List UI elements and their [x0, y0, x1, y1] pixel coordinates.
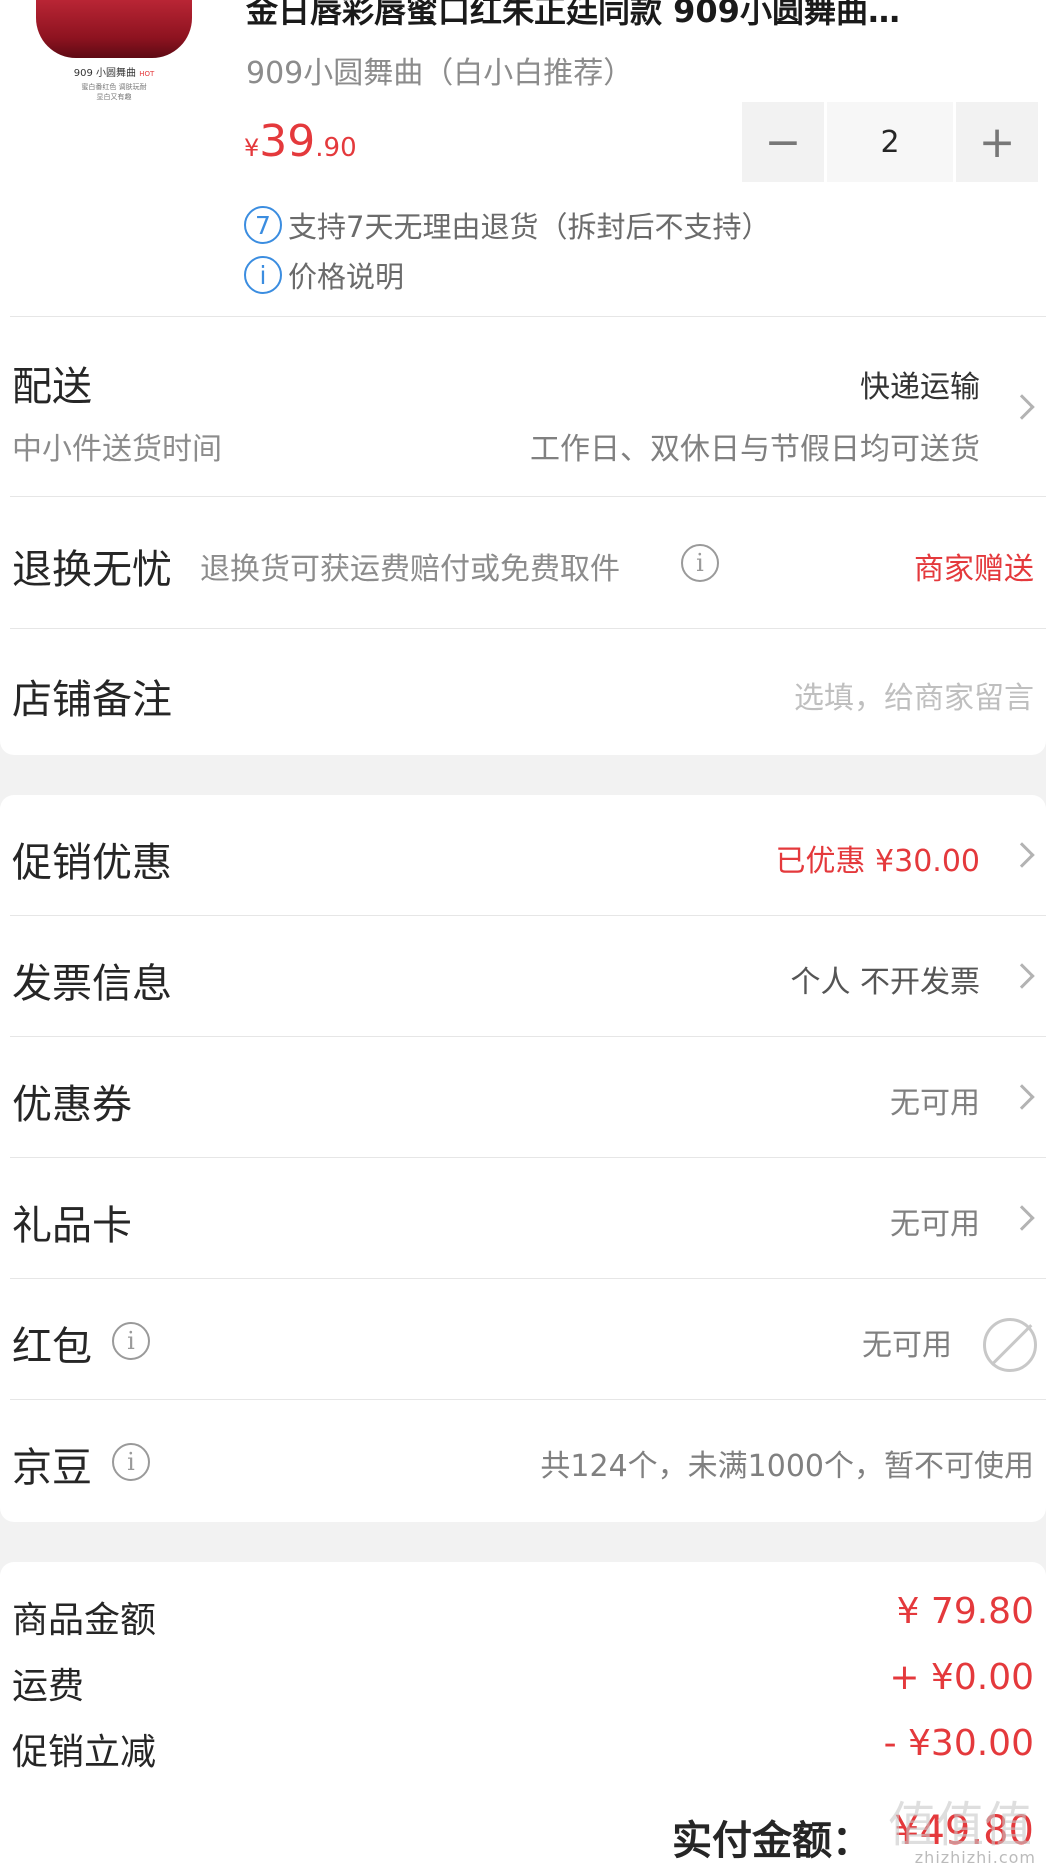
- chevron-right-icon: [1009, 394, 1035, 420]
- jingdou-label: 京豆: [12, 1445, 92, 1491]
- options-card: 促销优惠 已优惠 ¥30.00 发票信息 个人 不开发票 优惠券 无可用 礼品卡…: [0, 795, 1046, 1522]
- invoice-label: 发票信息: [12, 961, 172, 1007]
- chevron-right-icon: [1009, 842, 1035, 868]
- store-note-input[interactable]: 选填，给商家留言: [794, 673, 1034, 717]
- product-card: 909 小圆舞曲 HOT 蜜白番红色 调肤玩耐 显白又有趣 金日唇彩唇蜜口红朱正…: [0, 0, 1046, 755]
- discount-value: - ¥30.00: [883, 1723, 1034, 1764]
- jingdou-value: 共124个，未满1000个，暂不可使用: [540, 1449, 1034, 1484]
- goods-amount-label: 商品金额: [12, 1600, 157, 1641]
- shipping-value: + ¥0.00: [889, 1657, 1034, 1698]
- disabled-icon[interactable]: [983, 1318, 1037, 1372]
- quantity-input[interactable]: 2: [827, 102, 953, 182]
- image-caption: 909 小圆舞曲: [73, 68, 136, 79]
- chevron-right-icon: [1009, 1084, 1035, 1110]
- divider: [10, 628, 1046, 629]
- discount-label: 促销立减: [12, 1732, 157, 1773]
- info-icon[interactable]: i: [112, 1322, 150, 1360]
- divider: [10, 1278, 1046, 1279]
- price-currency: ¥: [244, 134, 260, 162]
- delivery-label: 配送: [12, 364, 92, 410]
- return-policy-line: 7 支持7天无理由退货（拆封后不支持）: [244, 204, 770, 246]
- price-integer: 39: [259, 116, 316, 167]
- shipping-label: 运费: [12, 1666, 85, 1707]
- chevron-right-icon: [1009, 1205, 1035, 1231]
- coupon-value: 无可用: [890, 1086, 980, 1121]
- watermark-logo: 值值值: [887, 1797, 1032, 1853]
- divider: [10, 496, 1046, 497]
- goods-amount-value: ¥ 79.80: [896, 1591, 1034, 1632]
- price-decimal: .90: [315, 133, 357, 163]
- coupon-label: 优惠券: [12, 1082, 132, 1128]
- redpacket-value: 无可用: [862, 1328, 952, 1363]
- promo-label: 促销优惠: [12, 840, 172, 886]
- decrease-button[interactable]: −: [742, 102, 824, 182]
- product-title[interactable]: 金日唇彩唇蜜口红朱正廷同款 909小圆舞曲…: [246, 0, 1006, 32]
- returns-label: 退换无忧: [12, 547, 172, 593]
- divider: [10, 915, 1046, 916]
- product-price: ¥39.90: [244, 116, 357, 167]
- invoice-value: 个人 不开发票: [790, 965, 980, 1000]
- returns-description: 退换货可获运费赔付或免费取件: [200, 552, 620, 587]
- watermark-text: zhizhizhi.com: [914, 1848, 1036, 1867]
- info-icon: i: [244, 256, 282, 294]
- delivery-time-label: 中小件送货时间: [12, 432, 222, 467]
- divider: [10, 1036, 1046, 1037]
- quantity-stepper: − 2 +: [742, 102, 1038, 182]
- promo-value: 已优惠 ¥30.00: [775, 844, 980, 879]
- increase-button[interactable]: +: [956, 102, 1038, 182]
- store-note-label: 店铺备注: [12, 677, 172, 723]
- chevron-right-icon: [1009, 963, 1035, 989]
- info-icon[interactable]: i: [681, 544, 719, 582]
- divider: [10, 316, 1046, 317]
- product-image[interactable]: 909 小圆舞曲 HOT 蜜白番红色 调肤玩耐 显白又有趣: [36, 0, 192, 112]
- return-policy-text: 支持7天无理由退货（拆封后不支持）: [288, 210, 771, 244]
- delivery-method: 快递运输: [860, 370, 980, 405]
- image-badge: HOT: [139, 70, 155, 78]
- divider: [10, 1399, 1046, 1400]
- redpacket-label: 红包: [12, 1324, 92, 1370]
- image-subtext-1: 蜜白番红色 调肤玩耐: [81, 83, 147, 91]
- seven-day-icon: 7: [244, 206, 282, 244]
- price-info-link[interactable]: i 价格说明: [244, 254, 404, 296]
- divider: [10, 1157, 1046, 1158]
- price-info-text: 价格说明: [288, 260, 405, 294]
- giftcard-label: 礼品卡: [12, 1203, 132, 1249]
- info-icon[interactable]: i: [112, 1443, 150, 1481]
- total-label: 实付金额：: [672, 1818, 872, 1864]
- returns-value: 商家赠送: [914, 552, 1034, 587]
- image-subtext-2: 显白又有趣: [96, 93, 132, 101]
- lips-photo: [36, 0, 192, 58]
- product-variant: 909小圆舞曲（白小白推荐）: [246, 56, 634, 91]
- delivery-time-value: 工作日、双休日与节假日均可送货: [530, 432, 980, 467]
- giftcard-value: 无可用: [890, 1207, 980, 1242]
